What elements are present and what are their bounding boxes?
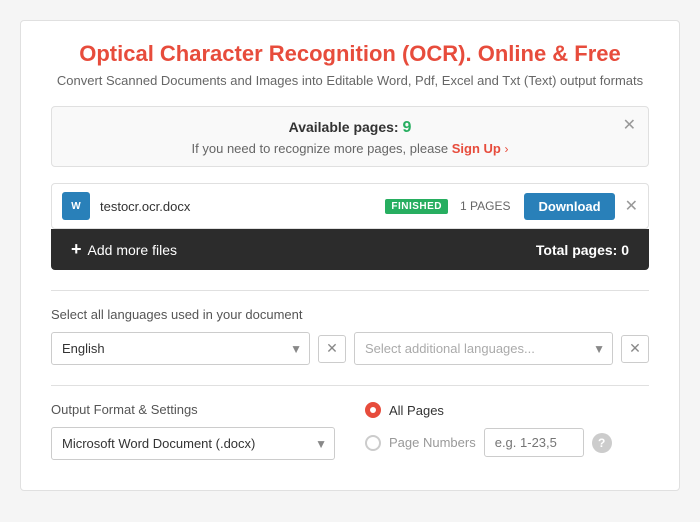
output-format-label: Output Format & Settings xyxy=(51,402,335,417)
language-section-label: Select all languages used in your docume… xyxy=(51,307,649,322)
all-pages-radio[interactable] xyxy=(365,402,381,418)
format-select-wrap: Microsoft Word Document (.docx) PDF Docu… xyxy=(51,427,335,460)
available-pages-count: 9 xyxy=(402,119,411,136)
available-pages-line: Available pages: 9 xyxy=(68,119,632,137)
add-files-button[interactable]: + Add more files xyxy=(71,239,177,260)
output-section: Output Format & Settings Microsoft Word … xyxy=(51,402,649,460)
divider-2 xyxy=(51,385,649,386)
output-format-select[interactable]: Microsoft Word Document (.docx) PDF Docu… xyxy=(51,427,335,460)
file-row: W testocr.ocr.docx FINISHED 1 PAGES Down… xyxy=(51,183,649,229)
page-numbers-row: Page Numbers ? xyxy=(365,428,649,457)
plus-icon: + xyxy=(71,239,82,260)
clear-secondary-language-button[interactable]: ✕ xyxy=(621,335,649,363)
page-numbers-label: Page Numbers xyxy=(389,435,476,450)
page-numbers-help-icon[interactable]: ? xyxy=(592,433,612,453)
page-title: Optical Character Recognition (OCR). Onl… xyxy=(51,41,649,67)
all-pages-label: All Pages xyxy=(389,403,444,418)
file-name: testocr.ocr.docx xyxy=(100,199,385,214)
signup-link[interactable]: Sign Up xyxy=(452,141,501,156)
signup-arrow: › xyxy=(504,142,508,156)
page-subtitle: Convert Scanned Documents and Images int… xyxy=(51,73,649,88)
total-pages-label: Total pages: 0 xyxy=(536,242,629,258)
page-numbers-radio[interactable] xyxy=(365,435,381,451)
secondary-language-wrap: Select additional languages... French Ge… xyxy=(354,332,613,365)
signup-prompt-line: If you need to recognize more pages, ple… xyxy=(68,141,632,156)
language-row: English French German Spanish ▼ ✕ Select… xyxy=(51,332,649,365)
available-pages-banner: ✕ Available pages: 9 If you need to reco… xyxy=(51,106,649,167)
add-files-bar: + Add more files Total pages: 0 xyxy=(51,229,649,270)
download-button[interactable]: Download xyxy=(524,193,614,220)
output-format-left: Output Format & Settings Microsoft Word … xyxy=(51,402,335,460)
banner-close-icon[interactable]: ✕ xyxy=(623,115,636,135)
page-numbers-input[interactable] xyxy=(484,428,584,457)
primary-language-wrap: English French German Spanish ▼ xyxy=(51,332,310,365)
main-container: Optical Character Recognition (OCR). Onl… xyxy=(20,20,680,491)
file-status-badge: FINISHED xyxy=(385,199,448,214)
clear-primary-language-button[interactable]: ✕ xyxy=(318,335,346,363)
file-close-icon[interactable]: ✕ xyxy=(625,196,638,216)
primary-language-select[interactable]: English French German Spanish xyxy=(51,332,310,365)
output-pages-right: All Pages Page Numbers ? xyxy=(365,402,649,457)
divider-1 xyxy=(51,290,649,291)
all-pages-row: All Pages xyxy=(365,402,649,418)
secondary-language-select[interactable]: Select additional languages... French Ge… xyxy=(354,332,613,365)
file-pages-count: 1 PAGES xyxy=(460,199,510,213)
file-type-icon: W xyxy=(62,192,90,220)
